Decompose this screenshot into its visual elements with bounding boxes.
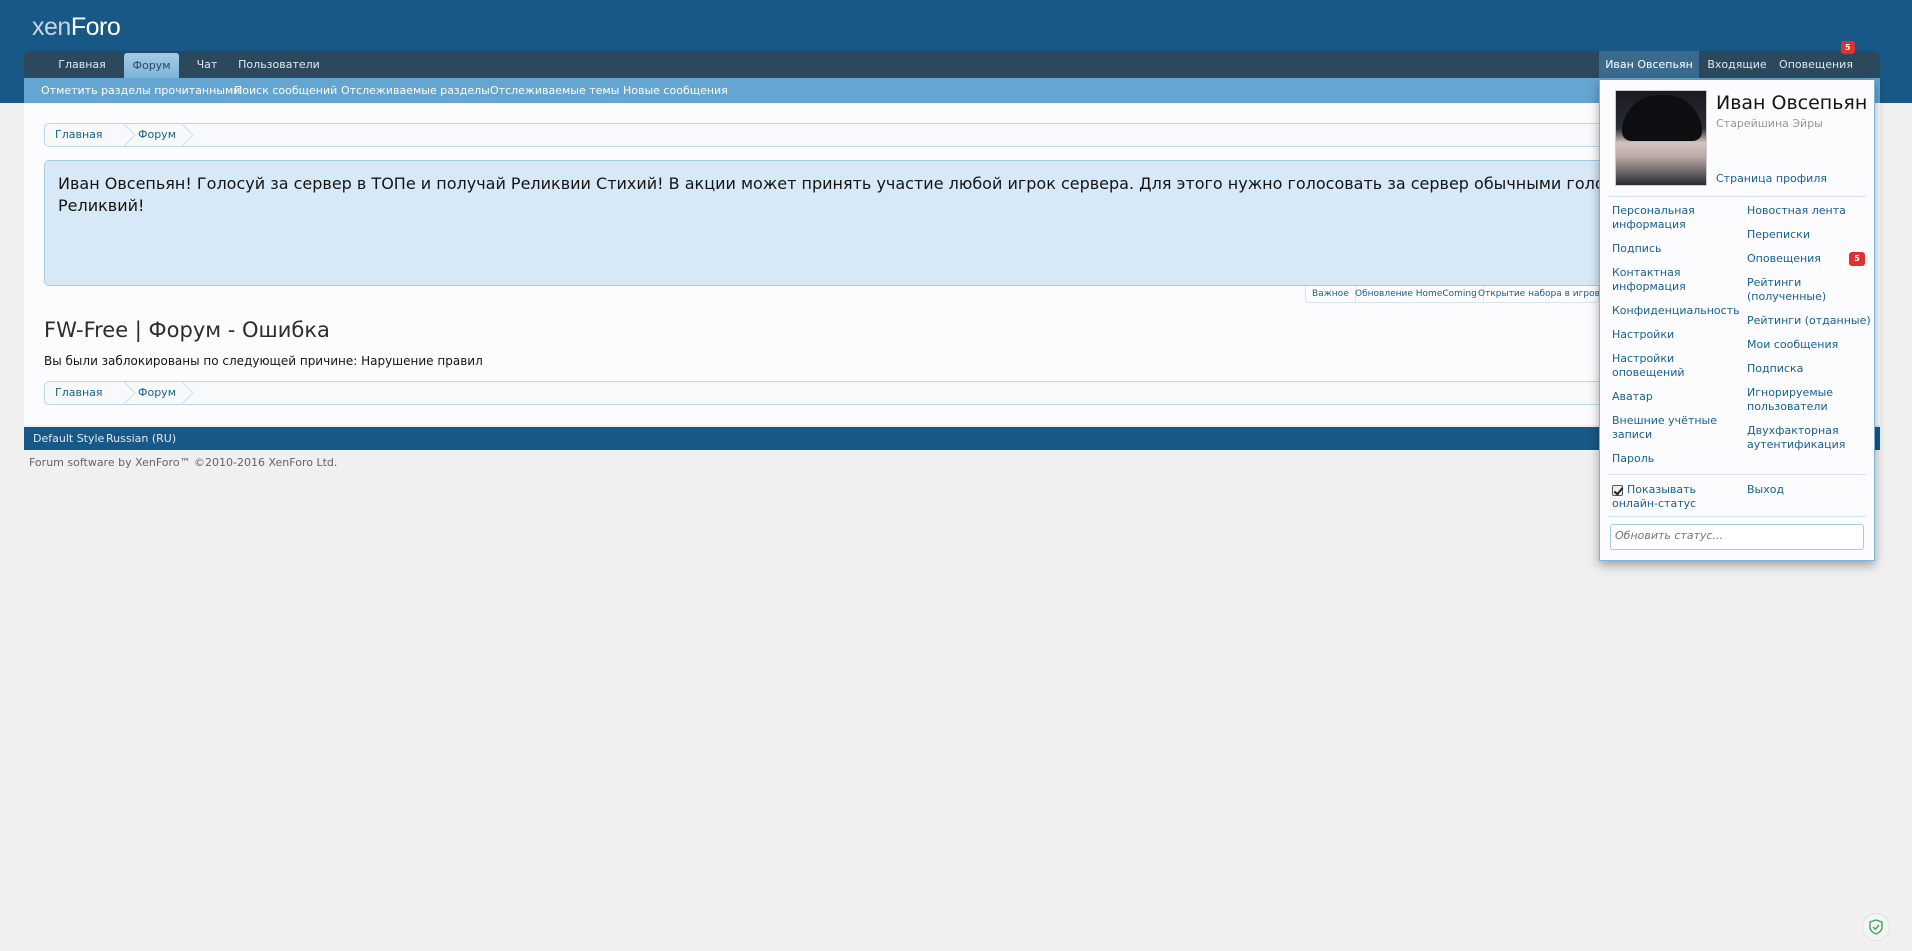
menu-label: Переписки bbox=[1747, 228, 1810, 241]
menu-label: Аватар bbox=[1612, 390, 1653, 403]
avatar-image bbox=[1622, 95, 1702, 141]
menu-conversations[interactable]: Переписки bbox=[1747, 228, 1810, 242]
menu-label: оповещений bbox=[1612, 366, 1685, 379]
error-message: Вы были заблокированы по следующей причи… bbox=[44, 354, 483, 368]
menu-label: Подпись bbox=[1612, 242, 1662, 255]
menu-label: Рейтинги bbox=[1747, 276, 1802, 289]
menu-external-accounts[interactable]: Внешние учётные записи bbox=[1612, 414, 1717, 442]
logout-link[interactable]: Выход bbox=[1747, 483, 1784, 497]
notice-tab-homecoming[interactable]: Обновление HomeComing bbox=[1349, 286, 1484, 302]
alerts-count-badge: 5 bbox=[1841, 41, 1855, 54]
menu-likes-received[interactable]: Рейтинги (полученные) bbox=[1747, 276, 1826, 304]
shield-check-icon[interactable] bbox=[1862, 913, 1890, 941]
menu-label: Подписка bbox=[1747, 362, 1804, 375]
menu-label: Рейтинги (отданные) bbox=[1747, 314, 1871, 327]
breadcrumb-forum[interactable]: Форум bbox=[116, 124, 182, 146]
menu-two-step-verification[interactable]: Двухфакторная аутентификация bbox=[1747, 424, 1845, 452]
copyright-text: Forum software by XenForo™ ©2010-2016 Xe… bbox=[29, 456, 338, 469]
tab-home[interactable]: Главная bbox=[46, 51, 118, 78]
breadcrumb-top: Главная Форум bbox=[44, 123, 1834, 147]
menu-password[interactable]: Пароль bbox=[1612, 452, 1654, 466]
logo-part-foro: Foro bbox=[70, 13, 121, 41]
divider bbox=[1608, 516, 1866, 517]
notice-tabs: Важное Обновление HomeComing Открытие на… bbox=[1305, 286, 1613, 303]
menu-label: аутентификация bbox=[1747, 438, 1846, 451]
menu-label: Новостная лента bbox=[1747, 204, 1846, 217]
menu-label: Персональная bbox=[1612, 204, 1695, 217]
breadcrumb-bottom: Главная Форум bbox=[44, 381, 1834, 405]
menu-news-feed[interactable]: Новостная лента bbox=[1747, 204, 1846, 218]
menu-alerts-count-badge: 5 bbox=[1849, 252, 1865, 266]
menu-signature[interactable]: Подпись bbox=[1612, 242, 1661, 256]
tab-forum[interactable]: Форум bbox=[124, 53, 179, 78]
menu-label: (полученные) bbox=[1747, 290, 1827, 303]
inbox-tab[interactable]: Входящие bbox=[1703, 51, 1771, 78]
menu-label: записи bbox=[1612, 428, 1653, 441]
popup-user-name: Иван Овсепьян bbox=[1716, 92, 1868, 114]
online-status-label[interactable]: Показывать онлайн-статус bbox=[1612, 483, 1696, 511]
breadcrumb-separator bbox=[181, 123, 194, 147]
menu-label: онлайн-статус bbox=[1612, 497, 1697, 510]
notice-banner: Иван Овсепьян! Голосуй за сервер в ТОПе … bbox=[44, 160, 1834, 286]
menu-label: Пароль bbox=[1612, 452, 1655, 465]
notice-tab-recruitment[interactable]: Открытие набора в игровые bbox=[1472, 286, 1619, 302]
profile-page-link[interactable]: Страница профиля bbox=[1716, 172, 1827, 185]
menu-label: информация bbox=[1612, 280, 1686, 293]
menu-label: Двухфакторная bbox=[1747, 424, 1839, 437]
subnav-new-posts[interactable]: Новые сообщения bbox=[623, 78, 728, 103]
menu-label: пользователи bbox=[1747, 400, 1828, 413]
subnav-watched-forums[interactable]: Отслеживаемые разделы bbox=[341, 78, 490, 103]
menu-avatar[interactable]: Аватар bbox=[1612, 390, 1653, 404]
user-menu-tab[interactable]: Иван Овсепьян bbox=[1599, 51, 1699, 78]
menu-label: Игнорируемые bbox=[1747, 386, 1834, 399]
divider bbox=[1608, 474, 1866, 475]
menu-my-posts[interactable]: Мои сообщения bbox=[1747, 338, 1838, 352]
menu-label: Показывать bbox=[1627, 483, 1697, 496]
subnav-watched-threads[interactable]: Отслеживаемые темы bbox=[490, 78, 619, 103]
shield-check-icon-glyph bbox=[1869, 919, 1883, 935]
menu-contact-details[interactable]: Контактная информация bbox=[1612, 266, 1686, 294]
menu-label: Настройки bbox=[1612, 328, 1675, 341]
status-update-input[interactable] bbox=[1610, 524, 1864, 550]
tab-chat[interactable]: Чат bbox=[186, 51, 228, 78]
tab-members[interactable]: Пользователи bbox=[234, 51, 324, 78]
breadcrumb-separator bbox=[181, 381, 194, 405]
menu-label: Внешние учётные bbox=[1612, 414, 1718, 427]
menu-personal-details[interactable]: Персональная информация bbox=[1612, 204, 1695, 232]
alerts-tab[interactable]: Оповещения bbox=[1776, 51, 1856, 78]
menu-alert-preferences[interactable]: Настройки оповещений bbox=[1612, 352, 1685, 380]
menu-subscription[interactable]: Подписка bbox=[1747, 362, 1803, 376]
user-account-popup: Иван Овсепьян Старейшина Эйры Страница п… bbox=[1599, 80, 1875, 561]
popup-user-title: Старейшина Эйры bbox=[1716, 117, 1823, 130]
notice-text: Иван Овсепьян! Голосуй за сервер в ТОПе … bbox=[58, 173, 1820, 217]
breadcrumb-forum[interactable]: Форум bbox=[116, 382, 182, 404]
menu-label: Контактная bbox=[1612, 266, 1681, 279]
notice-text-line1: Иван Овсепьян! Голосуй за сервер в ТОПе … bbox=[58, 174, 1681, 193]
main-navbar: Главная Форум Чат Пользователи Иван Овсе… bbox=[24, 41, 1880, 78]
menu-label: информация bbox=[1612, 218, 1686, 231]
menu-privacy[interactable]: Конфиденциальность bbox=[1612, 304, 1740, 318]
menu-label: Мои сообщения bbox=[1747, 338, 1839, 351]
footer-style-chooser[interactable]: Default Style bbox=[33, 427, 104, 450]
footer-language-chooser[interactable]: Russian (RU) bbox=[106, 427, 176, 450]
menu-preferences[interactable]: Настройки bbox=[1612, 328, 1674, 342]
popup-header: Иван Овсепьян Старейшина Эйры Страница п… bbox=[1600, 80, 1874, 198]
subnav-search-posts[interactable]: Поиск сообщений bbox=[234, 78, 337, 103]
subnav-mark-read[interactable]: Отметить разделы прочитанными bbox=[41, 78, 240, 103]
notice-text-line2: Реликвий! bbox=[58, 196, 145, 215]
menu-alerts[interactable]: Оповещения bbox=[1747, 252, 1821, 266]
divider bbox=[1608, 196, 1866, 197]
breadcrumb-home[interactable]: Главная bbox=[45, 124, 124, 146]
menu-label: Конфиденциальность bbox=[1612, 304, 1740, 317]
menu-label: Оповещения bbox=[1747, 252, 1821, 265]
xenforo-logo[interactable]: xenForo bbox=[32, 13, 121, 42]
logo-part-xen: xen bbox=[32, 13, 71, 41]
avatar[interactable] bbox=[1615, 90, 1707, 186]
page-title: FW-Free | Форум - Ошибка bbox=[44, 318, 330, 342]
menu-likes-given[interactable]: Рейтинги (отданные) bbox=[1747, 314, 1871, 328]
menu-label: Выход bbox=[1747, 483, 1785, 496]
menu-ignored-users[interactable]: Игнорируемые пользователи bbox=[1747, 386, 1833, 414]
breadcrumb-home[interactable]: Главная bbox=[45, 382, 124, 404]
menu-label: Настройки bbox=[1612, 352, 1675, 365]
